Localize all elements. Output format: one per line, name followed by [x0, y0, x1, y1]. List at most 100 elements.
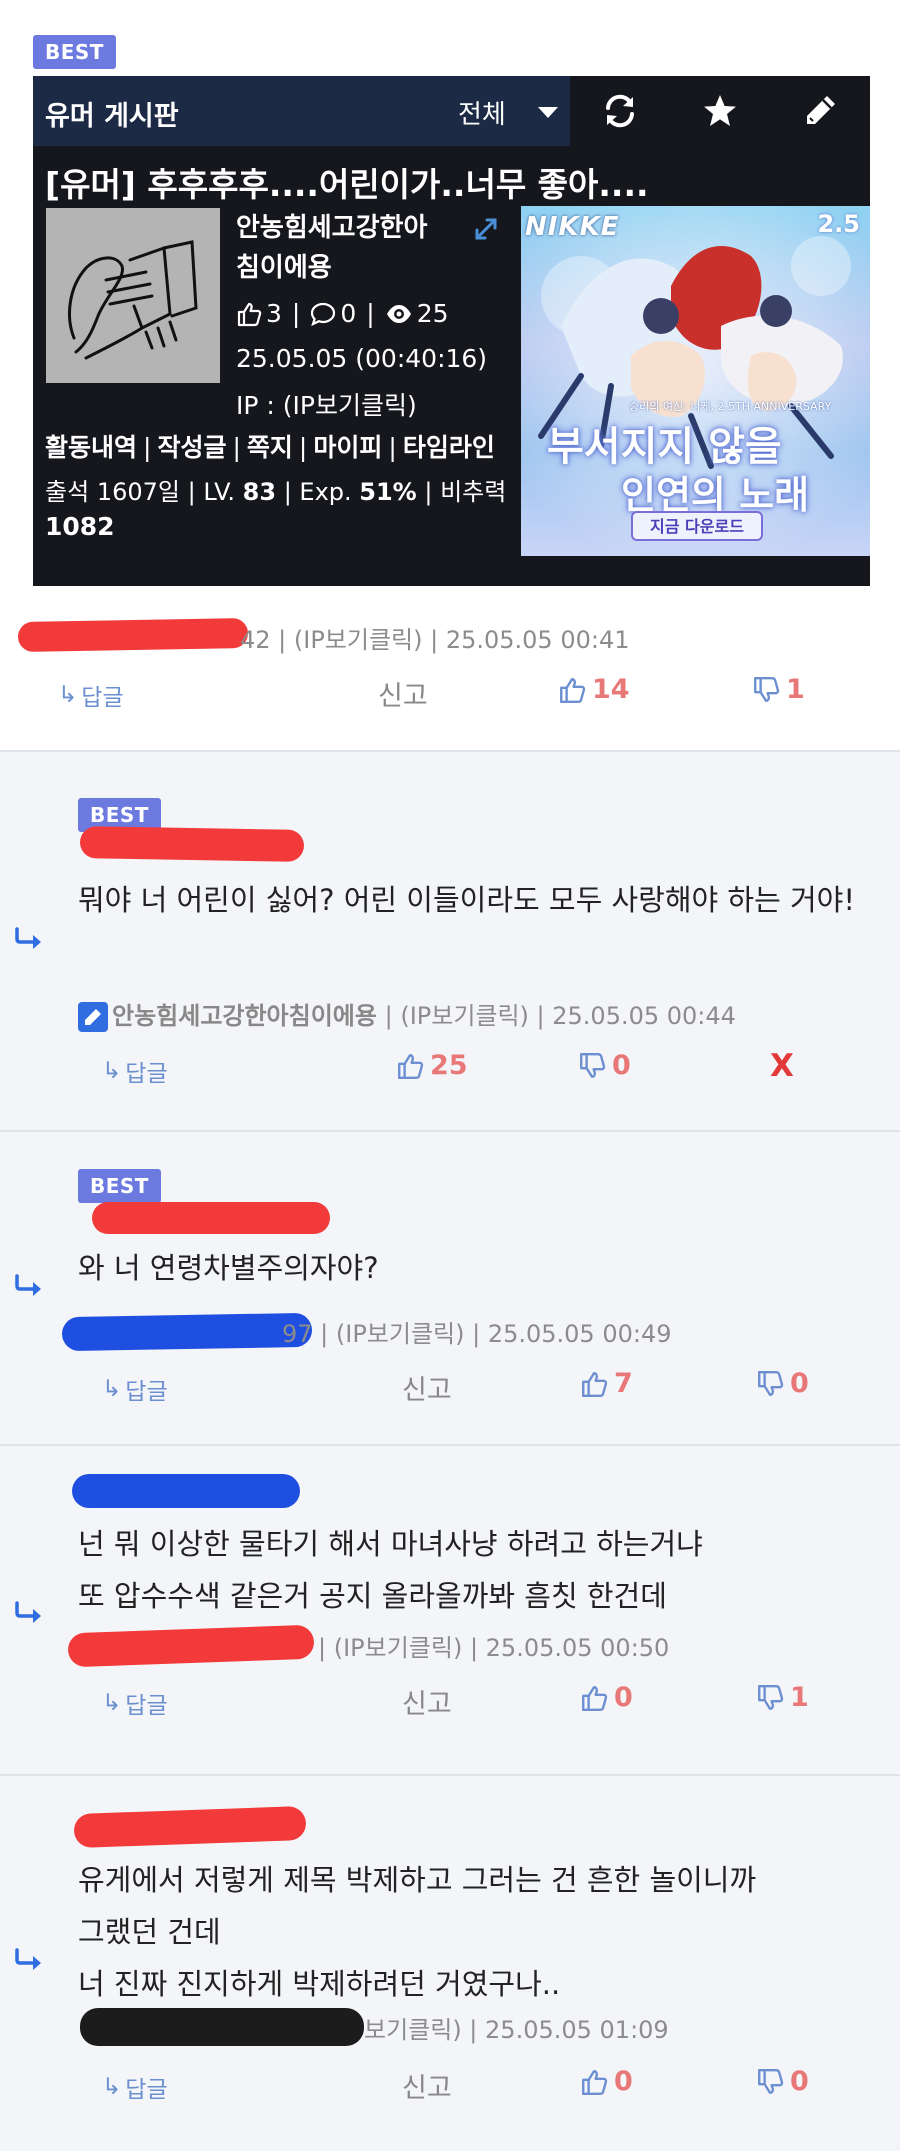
profile-link-mypi[interactable]: 마이피: [313, 433, 382, 462]
reply-button[interactable]: ↳ 답글: [102, 1054, 168, 1088]
favorite-button[interactable]: [670, 76, 770, 146]
refresh-button[interactable]: [570, 76, 670, 146]
author-nickname[interactable]: 안농힘세고강한아침이에용: [236, 208, 446, 288]
upvote-count: 14: [592, 674, 630, 705]
expand-icon[interactable]: [473, 216, 499, 246]
upvote-button[interactable]: 0: [580, 1682, 633, 1713]
ad-download-button[interactable]: 지금 다운로드: [631, 511, 763, 541]
reply-arrow-icon: ↳: [102, 2074, 122, 2100]
thumbs-down-icon: [758, 2068, 784, 2094]
downvote-count: 0: [612, 1050, 631, 1081]
write-button[interactable]: [770, 76, 870, 146]
reply-button[interactable]: ↳ 답글: [102, 1372, 168, 1406]
level-value: 83: [242, 478, 277, 506]
author-avatar[interactable]: [46, 208, 220, 383]
comment-meta: | (IP보기클릭) | 25.05.05 00:50: [318, 1634, 670, 1662]
reply-arrow-icon: ↳: [58, 682, 78, 708]
report-button[interactable]: 신고: [402, 1682, 452, 1721]
thumbs-up-icon: [582, 1685, 608, 1711]
reply-comment-item: BEST 뭐야 너 어린이 싫어? 어린 이들이라도 모두 사랑해야 하는 거야…: [0, 752, 900, 1130]
post-title: [유머] 후후후후....어린이가..너무 좋아....: [45, 165, 649, 204]
delete-button[interactable]: X: [770, 1048, 794, 1084]
comment-actions: ↳ 답글 신고 0 1: [0, 1678, 900, 1728]
attendance-label: 출석: [45, 478, 90, 506]
comment-actions: ↳ 답글 신고 7 0: [0, 1364, 900, 1414]
best-badge: BEST: [33, 35, 116, 69]
redaction-mark: [73, 1805, 307, 1849]
attendance-value: 1607일: [96, 478, 180, 506]
post-like-count: 3: [266, 299, 282, 328]
profile-link-timeline[interactable]: 타임라인: [403, 433, 495, 462]
reply-indent-icon: [13, 1274, 43, 1302]
thumbs-up-icon: [237, 302, 262, 326]
upvote-count: 7: [614, 1368, 633, 1399]
ratio-label: 비추력: [440, 478, 507, 506]
comment-meta: 안농힘세고강한아침이에용 | (IP보기클릭) | 25.05.05 00:44: [78, 996, 736, 1032]
downvote-button[interactable]: 0: [756, 2066, 809, 2097]
upvote-button[interactable]: 0: [580, 2066, 633, 2097]
author-pen-icon: [78, 1002, 108, 1032]
post-ip-link[interactable]: IP : (IP보기클릭): [236, 386, 417, 422]
profile-link-posts[interactable]: 작성글: [157, 433, 226, 462]
downvote-button[interactable]: 1: [752, 674, 805, 705]
reply-button[interactable]: ↳ 답글: [58, 678, 124, 712]
board-bar: 유머 게시판 전체: [33, 76, 870, 146]
comment-actions: ↳ 답글 신고 0 0: [0, 2062, 900, 2112]
post-stats: 3 | 0 | 25: [236, 299, 449, 328]
comment-icon: [311, 302, 336, 326]
board-name[interactable]: 유머 게시판: [45, 94, 179, 133]
ratio-value: 1082: [45, 512, 115, 541]
reply-indent-icon: [13, 1948, 43, 1976]
redaction-mark: [61, 1312, 313, 1352]
downvote-count: 1: [790, 1682, 809, 1713]
comment-text: 뭐야 너 어린이 싫어? 어린 이들이라도 모두 사랑해야 하는 거야!: [78, 883, 855, 917]
comment-meta: 42 | (IP보기클릭) | 25.05.05 00:41: [240, 626, 630, 654]
reply-button[interactable]: ↳ 답글: [102, 2070, 168, 2104]
ad-subtitle: 승리의 여신: 니케, 2.5TH ANNIVERSARY: [629, 400, 832, 413]
nikke-ad-banner[interactable]: NIKKE 2.5 승리의 여신: 니케, 2.5TH ANNIVERSARY …: [521, 206, 870, 556]
redaction-mark: [80, 2008, 364, 2046]
best-badge: BEST: [78, 1169, 161, 1203]
reply-button[interactable]: ↳ 답글: [102, 1686, 168, 1720]
star-icon: [704, 95, 736, 126]
level-label: LV.: [203, 478, 236, 506]
upvote-button[interactable]: 25: [396, 1050, 468, 1081]
profile-stats: 출석 1607일 | LV. 83 | Exp. 51% | 비추력: [45, 478, 507, 506]
report-button[interactable]: 신고: [402, 1368, 452, 1407]
reply-label: 답글: [125, 1379, 168, 1405]
profile-link-message[interactable]: 쪽지: [247, 433, 293, 462]
caret-down-icon[interactable]: [538, 107, 558, 118]
post-date: 25.05.05 (00:40:16): [236, 344, 488, 373]
comment-actions: ↳ 답글 신고 14 1: [0, 670, 900, 720]
downvote-count: 1: [786, 674, 805, 705]
ad-anniversary-badge: 2.5: [817, 210, 860, 238]
comment-author-link[interactable]: 안농힘세고강한아침이에용: [112, 1002, 377, 1030]
downvote-count: 0: [790, 1368, 809, 1399]
comment-text: 유게에서 저렇게 제목 박제하고 그러는 건 흔한 놀이니까 그랬던 건데 너 …: [78, 1863, 757, 2001]
downvote-button[interactable]: 0: [756, 1368, 809, 1399]
comment-meta-tail: | (IP보기클릭) | 25.05.05 00:44: [384, 1002, 736, 1030]
upvote-button[interactable]: 7: [580, 1368, 633, 1399]
pencil-icon: [807, 96, 835, 124]
comment-text: 넌 뭐 이상한 물타기 해서 마녀사냥 하려고 하는거냐 또 압수수색 같은거 …: [78, 1527, 703, 1613]
profile-links: 활동내역 | 작성글 | 쪽지 | 마이피 | 타임라인: [45, 433, 495, 462]
downvote-button[interactable]: 0: [578, 1050, 631, 1081]
report-button[interactable]: 신고: [402, 2066, 452, 2105]
upvote-button[interactable]: 14: [558, 674, 630, 705]
downvote-count: 0: [790, 2066, 809, 2097]
report-button[interactable]: 신고: [378, 674, 428, 713]
board-filter-select[interactable]: 전체: [458, 94, 506, 131]
profile-link-activity[interactable]: 활동내역: [45, 433, 137, 462]
thumbs-up-icon: [398, 1053, 424, 1079]
redaction-mark: [79, 826, 305, 862]
doodle-avatar-image: [68, 240, 198, 360]
reply-arrow-icon: ↳: [102, 1376, 122, 1402]
exp-value: 51%: [359, 478, 417, 506]
reply-comment-item: 넌 뭐 이상한 물타기 해서 마녀사냥 하려고 하는거냐 또 압수수색 같은거 …: [0, 1446, 900, 1774]
comment-text: 와 너 연령차별주의자야?: [78, 1251, 379, 1285]
reply-label: 답글: [125, 1693, 168, 1719]
reply-arrow-icon: ↳: [102, 1690, 122, 1716]
thumbs-down-icon: [758, 1370, 784, 1396]
reply-label: 답글: [125, 2077, 168, 2103]
downvote-button[interactable]: 1: [756, 1682, 809, 1713]
